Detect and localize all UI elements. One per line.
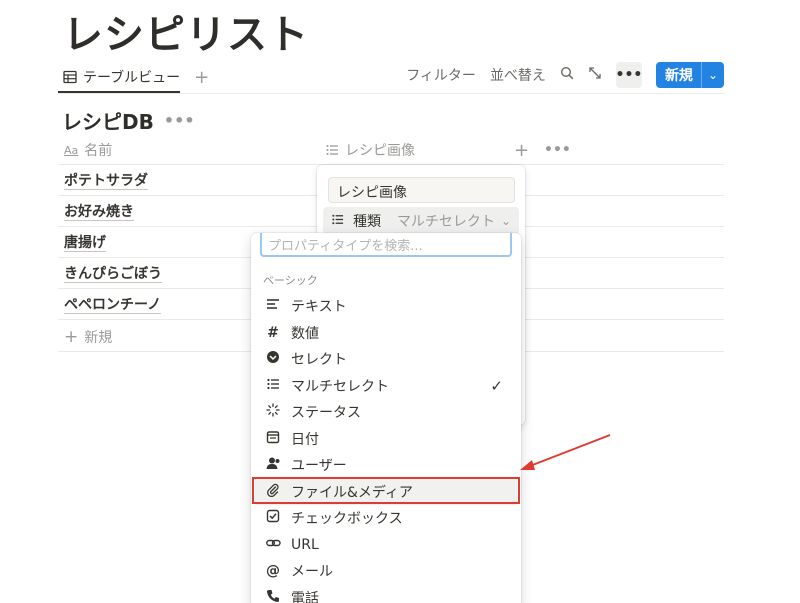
database-title-text: レシピDB — [62, 110, 154, 134]
section-label-basic: ベーシック — [263, 274, 318, 287]
database-more-button[interactable]: ••• — [164, 111, 195, 130]
menu-item-date[interactable]: 日付 — [255, 426, 517, 452]
column-header-image-label: レシピ画像 — [345, 143, 415, 159]
row-name[interactable]: 唐揚げ — [64, 235, 106, 252]
menu-item-label: 日付 — [291, 432, 319, 448]
menu-item-checkbox[interactable]: チェックボックス — [255, 505, 517, 531]
menu-item-email[interactable]: @ メール — [255, 558, 517, 584]
menu-item-label: URL — [291, 537, 319, 553]
row-name[interactable]: きんぴらごぼう — [64, 266, 162, 283]
user-icon — [263, 456, 283, 474]
column-header-name[interactable]: Aa 名前 — [64, 136, 112, 164]
menu-item-label: テキスト — [291, 299, 347, 315]
menu-item-label: ステータス — [291, 405, 361, 421]
menu-item-select[interactable]: セレクト — [255, 346, 517, 372]
property-type-selector[interactable]: 種類 マルチセレクト ⌄ — [323, 207, 519, 235]
menu-item-user[interactable]: ユーザー — [255, 452, 517, 478]
page-title: レシピリスト — [63, 12, 309, 58]
add-column-button[interactable]: + — [514, 136, 529, 164]
multiselect-icon — [331, 213, 349, 230]
menu-item-label: ユーザー — [291, 458, 347, 474]
url-icon — [263, 536, 283, 554]
new-row-label: 新規 — [84, 330, 113, 346]
chevron-down-icon[interactable]: ⌄ — [700, 62, 724, 88]
new-button-label: 新規 — [664, 68, 693, 84]
column-header-image[interactable]: レシピ画像 — [325, 136, 415, 164]
row-name[interactable]: お好み焼き — [64, 204, 134, 221]
property-type-value: マルチセレクト — [396, 214, 495, 230]
menu-item-label: セレクト — [291, 352, 347, 368]
plus-icon: + — [64, 327, 79, 347]
new-button[interactable]: 新規 ⌄ — [655, 62, 724, 88]
toolbar: フィルター 並べ替え ••• 新規 ⌄ — [406, 62, 724, 88]
menu-item-label: メール — [291, 564, 333, 580]
phone-icon — [263, 589, 283, 603]
divider — [58, 93, 724, 94]
view-tabs: テーブルビュー + — [63, 62, 209, 92]
menu-item-label: 電話 — [291, 591, 319, 603]
menu-item-text[interactable]: テキスト — [255, 293, 517, 319]
tab-table-view[interactable]: テーブルビュー — [63, 62, 180, 92]
menu-item-phone[interactable]: 電話 — [255, 585, 517, 603]
row-name[interactable]: ペペロンチーノ — [64, 297, 162, 314]
checkmark-icon: ✓ — [490, 377, 503, 395]
column-more-button[interactable]: ••• — [544, 136, 571, 164]
menu-item-url[interactable]: URL — [255, 532, 517, 558]
row-name[interactable]: ポテトサラダ — [64, 173, 148, 190]
menu-item-label: チェックボックス — [291, 511, 403, 527]
search-icon[interactable] — [560, 66, 574, 84]
property-type-search-input[interactable]: プロパティタイプを検索... — [260, 233, 512, 257]
number-icon: # — [267, 325, 279, 341]
chevron-down-icon: ⌄ — [500, 214, 511, 228]
menu-item-label: マルチセレクト — [291, 379, 389, 395]
text-icon — [263, 297, 283, 315]
column-header-name-label: 名前 — [84, 143, 113, 159]
sort-button[interactable]: 並べ替え — [490, 65, 546, 85]
date-icon — [263, 430, 283, 448]
multiselect-icon — [326, 145, 338, 155]
menu-item-status[interactable]: ステータス — [255, 399, 517, 425]
property-name-input[interactable]: レシピ画像 — [328, 177, 515, 203]
expand-icon[interactable] — [588, 66, 602, 84]
more-options-button[interactable]: ••• — [616, 62, 642, 88]
menu-item-multiselect[interactable]: マルチセレクト ✓ — [255, 373, 517, 399]
multiselect-icon — [263, 377, 283, 395]
menu-item-label: 数値 — [291, 326, 319, 342]
property-type-menu: プロパティタイプを検索... ベーシック テキスト # 数値 セレクト マルチセ… — [251, 233, 521, 603]
filter-button[interactable]: フィルター — [406, 65, 476, 85]
add-view-button[interactable]: + — [194, 67, 209, 88]
table-icon — [63, 70, 77, 84]
highlight-annotation-box — [252, 477, 520, 504]
checkbox-icon — [263, 509, 283, 527]
email-icon: @ — [266, 563, 280, 579]
text-type-icon: Aa — [64, 143, 79, 157]
select-icon — [263, 350, 283, 368]
menu-item-number[interactable]: # 数値 — [255, 320, 517, 346]
status-icon — [263, 403, 283, 421]
new-row-button[interactable]: + 新規 — [64, 327, 112, 347]
tab-table-view-label: テーブルビュー — [83, 70, 181, 86]
database-title[interactable]: レシピDB ••• — [62, 106, 195, 135]
property-type-key: 種類 — [353, 214, 381, 230]
